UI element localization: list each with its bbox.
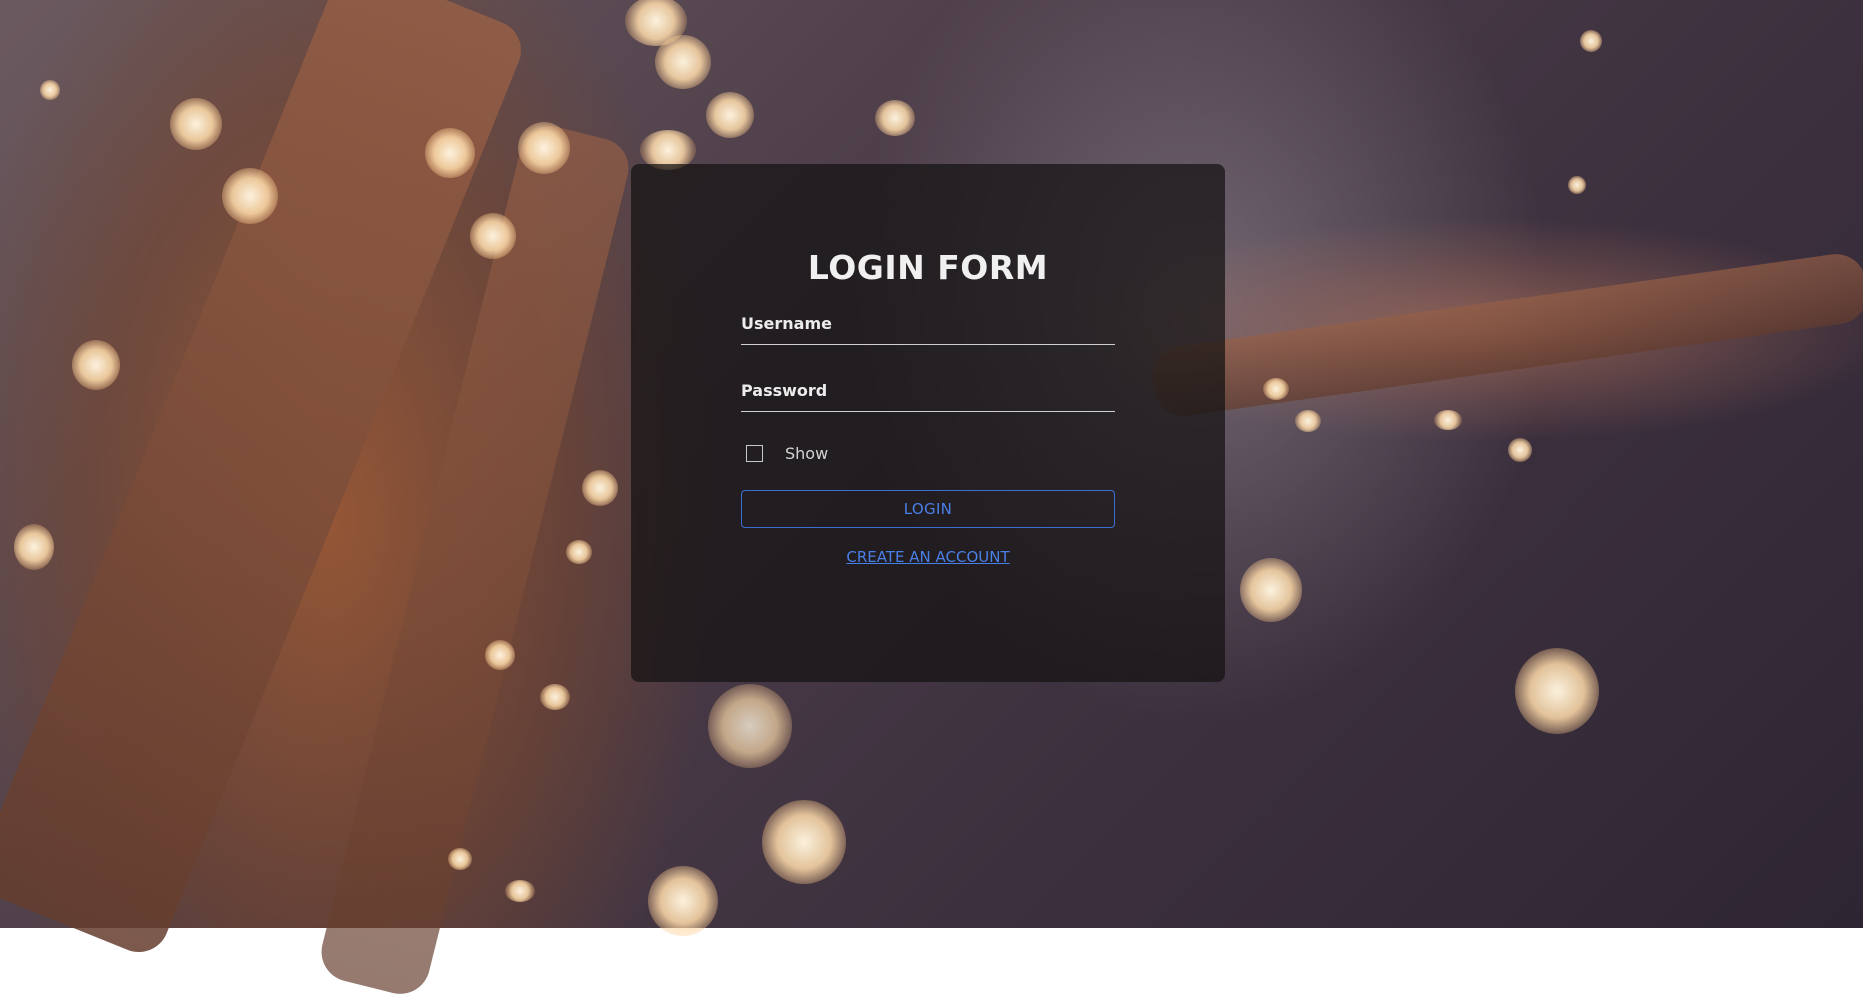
bokeh-light [425, 128, 475, 178]
bokeh-light [170, 98, 222, 150]
bokeh-light [1508, 438, 1532, 462]
password-input[interactable] [741, 381, 1119, 413]
bokeh-light [762, 800, 846, 884]
bokeh-light [1580, 30, 1602, 52]
bokeh-light [708, 684, 792, 768]
bokeh-light [470, 213, 516, 259]
bokeh-light [485, 640, 515, 670]
show-password-checkbox[interactable] [746, 444, 763, 462]
login-form-card: LOGIN FORM Username Password Show LOGIN … [631, 164, 1225, 682]
bokeh-light [1295, 410, 1321, 432]
bokeh-light [1515, 648, 1599, 734]
password-field[interactable]: Password [741, 381, 1119, 413]
bokeh-light [566, 540, 592, 564]
bokeh-light [1240, 558, 1302, 622]
bokeh-light [40, 80, 60, 100]
bokeh-light [582, 470, 618, 506]
bokeh-light [505, 880, 535, 902]
show-password-row[interactable]: Show [746, 441, 828, 465]
bokeh-light [448, 848, 472, 870]
bokeh-light [648, 866, 718, 936]
create-account-link[interactable]: CREATE AN ACCOUNT [631, 548, 1225, 566]
bokeh-light [1263, 378, 1289, 400]
bokeh-light [518, 122, 570, 174]
bokeh-light [655, 35, 711, 89]
login-button[interactable]: LOGIN [741, 490, 1115, 528]
bokeh-light [72, 340, 120, 390]
bokeh-light [706, 92, 754, 138]
background-branch [1148, 250, 1863, 420]
bokeh-light [540, 684, 570, 710]
username-field[interactable]: Username [741, 314, 1119, 346]
bokeh-light [14, 524, 54, 570]
bokeh-light [222, 168, 278, 224]
login-form-title: LOGIN FORM [807, 248, 1049, 287]
bokeh-light [1568, 176, 1586, 194]
username-input[interactable] [741, 314, 1119, 346]
bokeh-light [875, 100, 915, 136]
show-password-label[interactable]: Show [785, 444, 828, 463]
bokeh-light [1434, 410, 1462, 430]
